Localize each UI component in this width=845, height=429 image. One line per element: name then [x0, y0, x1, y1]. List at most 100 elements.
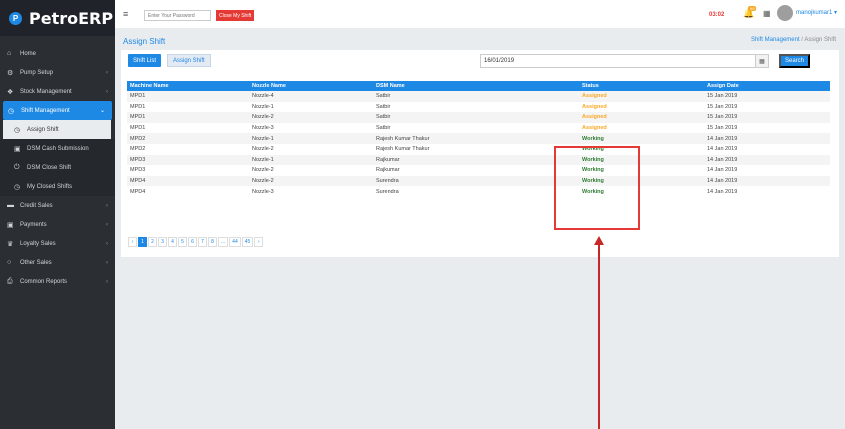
menu-toggle-icon[interactable]: ≡ — [123, 9, 128, 19]
table-header-row: Machine Name Nozzle Name DSM Name Status Ass… — [127, 81, 830, 91]
search-button[interactable]: Search — [779, 54, 810, 68]
shift-table: Machine Name Nozzle Name DSM Name Status Ass… — [127, 81, 830, 197]
calendar-icon[interactable]: ▦ — [755, 54, 769, 68]
page-link[interactable]: › — [254, 237, 264, 247]
chevron-icon: ‹ — [106, 221, 108, 228]
table-cell: Rajesh Kumar Thakur — [376, 146, 430, 153]
sidebar-item-loyalty-sales[interactable]: ♛ Loyalty Sales ‹ — [0, 234, 115, 253]
trophy-icon: ♛ — [7, 240, 14, 248]
table-row[interactable]: MPD1 Nozzle-1 Satbir Assigned 15 Jan 2019 — [127, 102, 830, 113]
status-badge: Working — [582, 188, 604, 195]
cogs-icon: ⚙ — [7, 69, 14, 77]
table-row[interactable]: MPD1 Nozzle-3 Satbir Assigned 15 Jan 2019 — [127, 123, 830, 134]
annotation-arrow-shaft — [598, 244, 600, 429]
sidebar-item-dsm-cash-submission[interactable]: ▣ DSM Cash Submission — [0, 139, 115, 158]
money-icon: ▣ — [14, 145, 21, 153]
table-cell: Nozzle-1 — [252, 135, 274, 142]
breadcrumb-link-shift-management[interactable]: Shift Management — [751, 37, 800, 43]
table-row[interactable]: MPD2 Nozzle-2 Rajesh Kumar Thakur Working 14… — [127, 144, 830, 155]
sidebar-item-home[interactable]: ⌂ Home — [0, 44, 115, 63]
table-cell: 14 Jan 2019 — [707, 167, 738, 174]
table-cell: Satbir — [376, 114, 391, 121]
column-header[interactable]: DSM Name — [373, 81, 579, 91]
table-cell: Nozzle-3 — [252, 188, 274, 195]
column-header[interactable]: Assign Date — [704, 81, 830, 91]
sidebar-item-label: Pump Setup — [20, 69, 54, 76]
table-cell: Satbir — [376, 103, 391, 110]
cubes-icon: ❖ — [7, 88, 14, 96]
sidebar-item-stock-management[interactable]: ❖ Stock Management ‹ — [0, 82, 115, 101]
chevron-icon: ⌄ — [99, 108, 105, 114]
page-link[interactable]: ‹ — [128, 237, 137, 247]
table-row[interactable]: MPD1 Nozzle-2 Satbir Assigned 15 Jan 2019 — [127, 112, 830, 123]
print-icon: ⎙ — [7, 277, 13, 285]
page-link[interactable]: ... — [218, 237, 229, 247]
shift-list-card: Shift List Assign Shift 16/01/2019 ▦ Sea… — [121, 50, 839, 257]
tab-shift-list[interactable]: Shift List — [128, 54, 162, 67]
sidebar-item-pump-setup[interactable]: ⚙ Pump Setup ‹ — [0, 63, 115, 82]
sidebar-item-payments[interactable]: ▣ Payments ‹ — [0, 215, 115, 234]
column-header[interactable]: Nozzle Name — [249, 81, 373, 91]
table-cell: Rajkumar — [376, 156, 400, 163]
page-link[interactable]: 44 — [229, 237, 241, 247]
page-link[interactable]: 2 — [148, 237, 157, 247]
date-input[interactable]: 16/01/2019 — [480, 54, 769, 68]
tab-assign-shift[interactable]: Assign Shift — [167, 54, 211, 67]
status-badge: Working — [582, 178, 604, 185]
status-badge: Working — [582, 135, 604, 142]
table-row[interactable]: MPD4 Nozzle-2 Surendra Working 14 Jan 2019 — [127, 175, 830, 187]
table-cell: 14 Jan 2019 — [707, 135, 738, 142]
page-link[interactable]: 5 — [178, 237, 187, 247]
table-row[interactable]: MPD2 Nozzle-1 Rajesh Kumar Thakur Working 14… — [127, 133, 830, 144]
chevron-icon: ‹ — [106, 240, 108, 247]
table-cell: MPD2 — [130, 146, 146, 153]
sidebar-item-common-reports[interactable]: ⎙ Common Reports ‹ — [0, 272, 115, 291]
page-link[interactable]: 1 — [138, 237, 147, 247]
sidebar-item-my-closed-shifts[interactable]: ◷ My Closed Shifts — [0, 177, 115, 196]
clock-icon: ◷ — [14, 183, 21, 191]
close-my-shift-button[interactable]: Close My Shift — [216, 10, 255, 21]
table-cell: Nozzle-2 — [252, 146, 274, 153]
table-row[interactable]: MPD4 Nozzle-3 Surendra Working 14 Jan 2019 — [127, 186, 830, 197]
table-row[interactable]: MPD3 Nozzle-2 Rajkumar Working 14 Jan 2019 — [127, 165, 830, 176]
sidebar-item-credit-sales[interactable]: ▬ Credit Sales ‹ — [0, 196, 115, 215]
sidebar-item-label: Common Reports — [20, 278, 68, 285]
table-cell: MPD1 — [130, 93, 146, 100]
sidebar-item-label: Shift Management — [21, 107, 70, 114]
page-link[interactable]: 4 — [168, 237, 177, 247]
table-row[interactable]: MPD3 Nozzle-1 Rajkumar Working 14 Jan 2019 — [127, 154, 830, 166]
avatar[interactable] — [777, 5, 793, 21]
table-cell: Rajesh Kumar Thakur — [376, 135, 430, 142]
status-badge: Assigned — [582, 114, 607, 121]
page-header: Assign Shift Shift Management / Assign S… — [115, 28, 845, 48]
sidebar-item-assign-shift[interactable]: ◷ Assign Shift — [3, 120, 111, 139]
table-cell: Nozzle-1 — [252, 103, 274, 110]
table-row[interactable]: MPD1 Nozzle-4 Satbir Assigned 15 Jan 2019 — [127, 91, 830, 102]
table-cell: Nozzle-4 — [252, 93, 274, 100]
password-input[interactable] — [144, 10, 211, 21]
table-cell: Satbir — [376, 93, 391, 100]
breadcrumb: Shift Management / Assign Shift — [751, 37, 836, 43]
page-link[interactable]: 7 — [198, 237, 207, 247]
user-menu[interactable]: manojkumar1 ▾ — [796, 9, 837, 16]
page-link[interactable]: 45 — [241, 237, 254, 247]
apps-grid-icon[interactable]: ▦ — [763, 9, 771, 18]
table-cell: 15 Jan 2019 — [707, 125, 738, 132]
table-cell: 15 Jan 2019 — [707, 103, 738, 110]
column-header[interactable]: Machine Name — [127, 81, 249, 91]
sidebar-item-label: Home — [20, 50, 37, 57]
column-header[interactable]: Status — [579, 81, 704, 91]
sidebar-item-shift-management[interactable]: ◷ Shift Management ⌄ — [3, 101, 112, 120]
status-badge: Assigned — [582, 103, 607, 110]
sidebar-item-dsm-close-shift[interactable]: ⏻ DSM Close Shift — [0, 158, 115, 177]
logo[interactable]: P PetroERP — [0, 0, 115, 36]
sidebar-item-label: Assign Shift — [27, 126, 59, 133]
table-cell: MPD3 — [130, 167, 146, 174]
table-cell: MPD4 — [130, 188, 146, 195]
page-link[interactable]: 6 — [188, 237, 197, 247]
page-link[interactable]: 3 — [158, 237, 167, 247]
sidebar-item-label: Stock Management — [20, 88, 72, 95]
sidebar-item-other-sales[interactable]: ○ Other Sales ‹ — [0, 253, 115, 272]
chevron-icon: ‹ — [106, 88, 108, 95]
page-link[interactable]: 8 — [208, 237, 217, 247]
